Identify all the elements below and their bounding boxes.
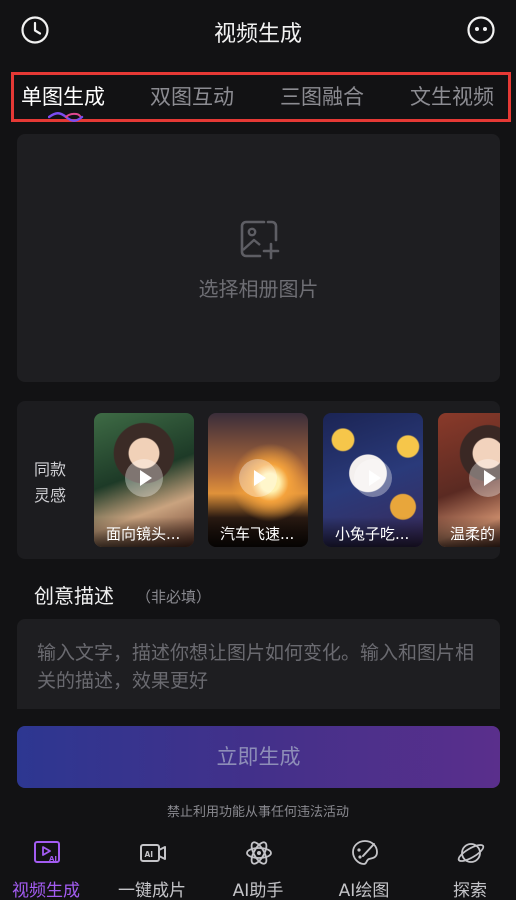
face-icon — [467, 16, 495, 44]
play-icon — [469, 459, 500, 497]
generate-button[interactable]: 立即生成 — [17, 726, 500, 788]
palette-icon — [352, 840, 378, 865]
top-bar: 视频生成 — [0, 0, 516, 62]
video-ai-icon: AI — [34, 841, 60, 863]
svg-text:AI: AI — [49, 855, 57, 863]
page-title: 视频生成 — [213, 22, 302, 47]
nav-explore[interactable]: 探索 — [420, 832, 516, 900]
nav-label: 视频生成 — [12, 881, 80, 900]
select-image-label: 选择相册图片 — [198, 277, 319, 301]
bottom-nav: AI 视频生成 AI 一键成片 AI助手 AI绘图 探索 — [0, 832, 516, 900]
svg-text:AI: AI — [145, 850, 154, 859]
nav-video-generation[interactable]: AI 视频生成 — [0, 832, 96, 900]
nav-ai-assistant[interactable]: AI助手 — [208, 832, 308, 900]
nav-label: AI助手 — [232, 881, 284, 900]
description-optional-hint: （非必填） — [136, 588, 212, 606]
planet-icon — [457, 843, 485, 863]
inspiration-strip: 同款灵感 面向镜头... 汽车飞速... 小兔子吃... 温柔的 — [17, 401, 500, 559]
ai-camera-icon: AI — [140, 844, 166, 862]
description-title: 创意描述 — [34, 584, 114, 608]
play-icon — [125, 459, 163, 497]
nav-one-click-film[interactable]: AI 一键成片 — [102, 832, 202, 900]
inspiration-card[interactable]: 小兔子吃... — [323, 413, 423, 547]
play-icon — [354, 459, 392, 497]
inspiration-card[interactable]: 汽车飞速... — [208, 413, 308, 547]
description-input[interactable]: 输入文字，描述你想让图片如何变化。输入和图片相关的描述，效果更好 — [17, 619, 500, 709]
tab-single-image[interactable]: 单图生成 — [21, 81, 105, 111]
inspiration-caption: 温柔的 — [438, 517, 500, 547]
play-icon — [239, 459, 277, 497]
legal-notice: 禁止利用功能从事任何违法活动 — [166, 805, 349, 820]
nav-ai-drawing[interactable]: AI绘图 — [314, 832, 414, 900]
inspiration-caption: 小兔子吃... — [323, 517, 423, 547]
inspiration-caption: 汽车飞速... — [208, 517, 308, 547]
nav-label: 一键成片 — [118, 881, 186, 900]
add-image-icon — [240, 220, 280, 260]
nav-label: 探索 — [453, 881, 487, 900]
service-button[interactable] — [465, 14, 497, 46]
nav-label: AI绘图 — [338, 881, 390, 900]
mode-tabs: 单图生成 双图互动 三图融合 文生视频 — [11, 72, 511, 122]
inspiration-label: 同款灵感 — [34, 460, 67, 505]
select-image-area[interactable]: 选择相册图片 — [17, 134, 500, 382]
atom-icon — [246, 841, 272, 865]
tab-active-indicator — [48, 112, 84, 122]
tab-triple-image[interactable]: 三图融合 — [280, 81, 364, 111]
tab-text-to-video[interactable]: 文生视频 — [410, 81, 494, 111]
tab-dual-image[interactable]: 双图互动 — [150, 81, 234, 111]
inspiration-caption: 面向镜头... — [94, 517, 194, 547]
inspiration-card[interactable]: 面向镜头... — [94, 413, 194, 547]
inspiration-card[interactable]: 温柔的 — [438, 413, 500, 547]
